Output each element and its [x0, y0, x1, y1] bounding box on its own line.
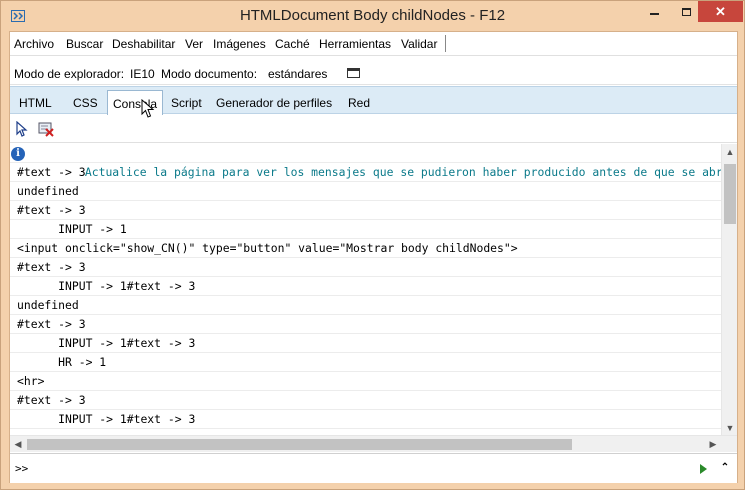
clear-console-icon[interactable]: [38, 121, 54, 137]
document-mode-label: Modo documento:: [161, 67, 258, 81]
browser-mode-value[interactable]: IE10: [130, 67, 155, 81]
scroll-left-icon[interactable]: ◀: [10, 436, 26, 452]
menu-deshabilitar[interactable]: Deshabilitar: [112, 37, 175, 51]
tab-css[interactable]: CSS: [68, 92, 103, 114]
console-line: #text -> 3: [10, 258, 721, 277]
horizontal-scrollbar[interactable]: ◀ ▶: [10, 435, 737, 452]
console-output: i Actualice la página para ver los mensaj…: [10, 144, 721, 436]
menu-separator: [445, 35, 446, 52]
tab-red[interactable]: Red: [343, 92, 375, 114]
console-line: <hr>: [10, 372, 721, 391]
menu-buscar[interactable]: Buscar: [66, 37, 103, 51]
devtools-client: Archivo Buscar Deshabilitar Ver Imágenes…: [9, 31, 738, 483]
expand-multiline-icon[interactable]: ⌃: [719, 459, 731, 477]
console-info-line: i Actualice la página para ver los mensaj…: [10, 144, 721, 179]
menu-archivo[interactable]: Archivo: [14, 37, 54, 51]
console-line: <input onclick="show_CN()" type="button"…: [10, 239, 721, 258]
close-icon: ✕: [715, 4, 726, 19]
browser-mode-label: Modo de explorador:: [14, 67, 125, 81]
console-info-text: Actualice la página para ver los mensaje…: [84, 165, 721, 179]
vertical-scroll-thumb[interactable]: [724, 164, 736, 224]
title-bar[interactable]: HTMLDocument Body childNodes - F12 ✕: [1, 1, 744, 32]
scroll-right-icon[interactable]: ▶: [705, 436, 721, 452]
minimize-icon: [650, 12, 659, 15]
console-line: INPUT -> 1#text -> 3: [10, 277, 721, 296]
tab-bar: HTML CSS Consola Script Generador de per…: [10, 86, 737, 115]
mode-bar: Modo de explorador: IE10 Modo documento:…: [10, 57, 737, 85]
menu-bar: Archivo Buscar Deshabilitar Ver Imágenes…: [10, 32, 737, 56]
f12-window: HTMLDocument Body childNodes - F12 ✕ Arc…: [0, 0, 745, 490]
vertical-scrollbar[interactable]: ▲ ▼: [721, 144, 737, 436]
minimize-button[interactable]: [641, 1, 668, 22]
close-button[interactable]: ✕: [698, 1, 743, 22]
tab-html[interactable]: HTML: [14, 92, 57, 114]
tab-script[interactable]: Script: [166, 92, 207, 114]
console-prompt: >>: [15, 462, 29, 475]
info-icon: i: [11, 147, 25, 161]
menu-ver[interactable]: Ver: [185, 37, 203, 51]
horizontal-scroll-thumb[interactable]: [27, 439, 572, 450]
console-line: HR -> 1: [10, 353, 721, 372]
menu-validar[interactable]: Validar: [401, 37, 437, 51]
menu-imagenes[interactable]: Imágenes: [213, 37, 266, 51]
scroll-up-icon[interactable]: ▲: [722, 144, 738, 160]
select-element-icon[interactable]: [14, 121, 30, 137]
console-line: undefined: [10, 182, 721, 201]
menu-cache[interactable]: Caché: [275, 37, 310, 51]
window-mode-icon[interactable]: [347, 68, 360, 78]
tab-generador-de-perfiles[interactable]: Generador de perfiles: [211, 92, 337, 114]
maximize-button[interactable]: [673, 1, 700, 22]
console-input-row: >> ⌃: [10, 453, 737, 483]
console-line: INPUT -> 1#text -> 3: [10, 410, 721, 429]
maximize-icon: [682, 7, 691, 16]
window-title: HTMLDocument Body childNodes - F12: [239, 7, 506, 24]
console-line: #text -> 3: [10, 201, 721, 220]
mouse-cursor-icon: [141, 99, 155, 118]
console-line: INPUT -> 1#text -> 3: [10, 334, 721, 353]
console-toolbar: [10, 115, 737, 143]
run-script-icon[interactable]: [700, 464, 707, 474]
console-command-input[interactable]: [34, 460, 674, 478]
console-line: #text -> 3: [10, 391, 721, 410]
scroll-down-icon[interactable]: ▼: [722, 420, 738, 436]
console-line: undefined: [10, 296, 721, 315]
menu-herramientas[interactable]: Herramientas: [319, 37, 391, 51]
console-line: INPUT -> 1: [10, 220, 721, 239]
document-mode-value[interactable]: estándares: [268, 67, 327, 81]
console-line: #text -> 3: [10, 315, 721, 334]
